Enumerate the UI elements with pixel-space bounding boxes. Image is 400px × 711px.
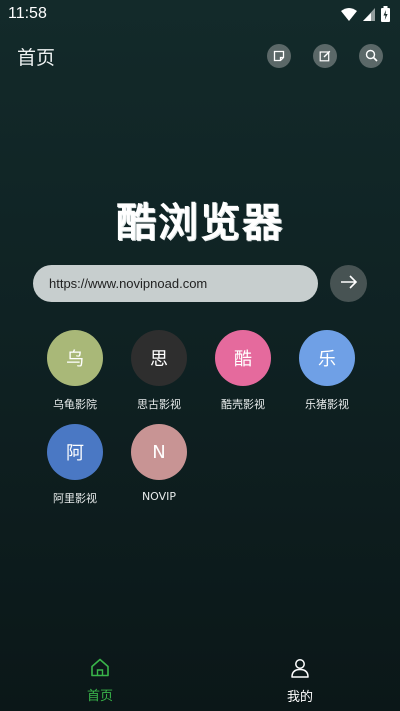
- go-button[interactable]: [330, 264, 367, 302]
- status-icons: [341, 6, 390, 22]
- battery-icon: [381, 6, 390, 22]
- tab-home[interactable]: 首页: [0, 649, 200, 711]
- app-logo-title: 酷浏览器: [116, 199, 284, 246]
- signal-icon: [363, 7, 375, 21]
- bottom-nav: 首页 我的: [0, 649, 400, 711]
- site-shortcut-lezhu[interactable]: 乐 乐猪影视: [285, 330, 369, 412]
- app-bar: 首页: [0, 38, 400, 74]
- site-shortcut-kuke[interactable]: 酷 酷壳影视: [201, 330, 285, 412]
- site-avatar: 阿: [47, 424, 103, 480]
- search-icon: [365, 47, 378, 66]
- site-label: 乐猪影视: [305, 398, 349, 411]
- url-row: [33, 264, 367, 302]
- edit-button[interactable]: [313, 44, 337, 68]
- site-shortcut-wugui[interactable]: 乌 乌龟影院: [33, 330, 117, 412]
- wifi-icon: [341, 7, 357, 21]
- tab-me[interactable]: 我的: [200, 649, 400, 711]
- site-avatar: N: [131, 424, 187, 480]
- site-label: 阿里影视: [53, 492, 97, 505]
- home-icon: [90, 658, 110, 681]
- site-avatar: 思: [131, 330, 187, 386]
- site-shortcuts: 乌 乌龟影院 思 思古影视 酷 酷壳影视 乐 乐猪影视 阿 阿里影视 N NOV…: [33, 330, 373, 506]
- site-avatar: 酷: [215, 330, 271, 386]
- edit-icon: [319, 47, 331, 66]
- site-shortcut-novip[interactable]: N NOVIP: [117, 424, 201, 506]
- site-label: NOVIP: [141, 490, 177, 503]
- arrow-right-icon: [340, 274, 358, 293]
- bookmark-button[interactable]: [267, 44, 291, 68]
- search-button[interactable]: [359, 44, 383, 68]
- site-label: 乌龟影院: [53, 398, 97, 411]
- site-avatar: 乐: [299, 330, 355, 386]
- bookmark-icon: [273, 47, 285, 66]
- site-label: 酷壳影视: [221, 398, 265, 411]
- page-title: 首页: [17, 46, 56, 69]
- site-avatar: 乌: [47, 330, 103, 386]
- site-shortcut-ali[interactable]: 阿 阿里影视: [33, 424, 117, 506]
- site-shortcut-sigu[interactable]: 思 思古影视: [117, 330, 201, 412]
- url-input[interactable]: [33, 264, 318, 302]
- status-bar: 11:58: [0, 0, 400, 28]
- header-actions: [267, 44, 383, 68]
- status-time: 11:58: [8, 5, 47, 22]
- tab-me-label: 我的: [286, 690, 313, 705]
- user-icon: [290, 658, 310, 682]
- tab-home-label: 首页: [86, 689, 113, 704]
- site-label: 思古影视: [137, 398, 181, 411]
